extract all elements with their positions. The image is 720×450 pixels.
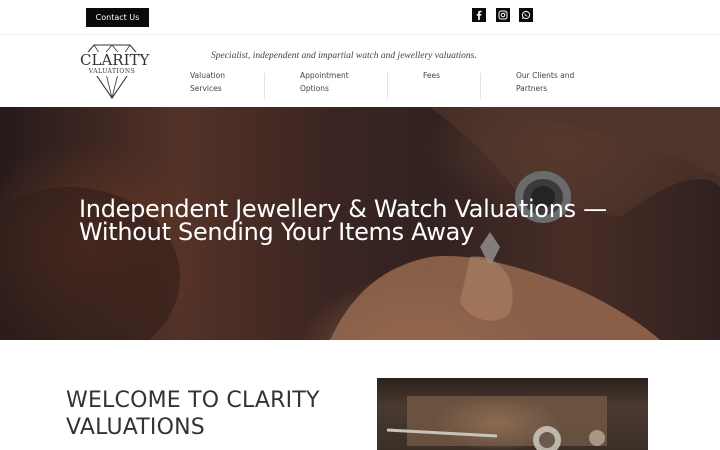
nav-valuation-services[interactable]: Valuation Services (190, 70, 225, 95)
whatsapp-icon[interactable] (519, 8, 533, 22)
nav-label-line1: Fees (423, 71, 441, 80)
nav-fees[interactable]: Fees (423, 70, 440, 83)
clarity-logo[interactable]: CLARITY VALUATIONS (80, 41, 150, 101)
logo-subtitle: VALUATIONS (80, 68, 144, 76)
workbench-image (386, 396, 607, 450)
nav-label-line2: Services (190, 83, 222, 93)
logo-name: CLARITY (80, 51, 150, 69)
nav-clients-partners[interactable]: Our Clients and Partners (516, 70, 574, 95)
contact-us-button[interactable]: Contact Us (86, 8, 149, 27)
nav-divider (264, 73, 265, 99)
nav-divider (480, 73, 481, 99)
nav-divider (387, 73, 388, 99)
hero-heading-line2: Without Sending Your Items Away (79, 218, 474, 246)
top-bar: Contact Us (0, 0, 720, 35)
nav-label-line1: Valuation (190, 71, 225, 80)
hero-banner: Independent Jewellery & Watch Valuations… (0, 107, 720, 340)
hero-heading: Independent Jewellery & Watch Valuations… (79, 197, 679, 246)
instagram-icon[interactable] (496, 8, 510, 22)
instagram-glyph (498, 10, 508, 20)
workbench-photo (377, 378, 648, 450)
facebook-glyph (476, 10, 482, 20)
facebook-icon[interactable] (472, 8, 486, 22)
nav-appointment-options[interactable]: Appointment Options (300, 70, 349, 95)
tagline: Specialist, independent and impartial wa… (211, 51, 477, 61)
nav-label-line2: Partners (516, 83, 548, 93)
site-header: CLARITY VALUATIONS Specialist, independe… (0, 35, 720, 107)
nav-label-line2: Options (300, 83, 329, 93)
nav-label-line1: Our Clients and (516, 71, 575, 80)
welcome-line1: WELCOME TO CLARITY (66, 388, 320, 413)
welcome-line2: VALUATIONS (66, 415, 205, 440)
nav-label-line1: Appointment (300, 71, 349, 80)
welcome-heading: WELCOME TO CLARITY VALUATIONS (66, 387, 366, 441)
whatsapp-glyph (521, 10, 531, 20)
